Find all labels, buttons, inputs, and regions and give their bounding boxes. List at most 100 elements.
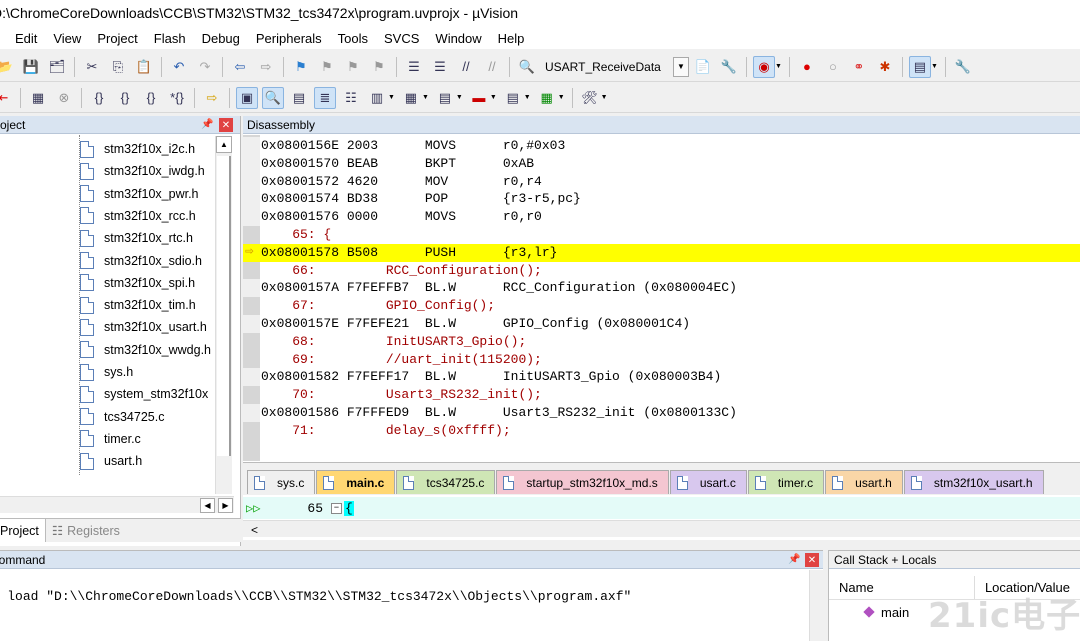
tree-file-item[interactable]: stm32f10x_i2c.h: [80, 138, 195, 160]
tree-file-item[interactable]: tcs34725.c: [80, 406, 164, 428]
menu-edit[interactable]: Edit: [7, 31, 45, 46]
command-vscroll[interactable]: [809, 570, 823, 641]
chevron-down-icon[interactable]: ▼: [558, 94, 565, 101]
breakpoint-disable-all-icon[interactable]: ⚭: [848, 56, 870, 78]
tab-stm32f10x-usart-h[interactable]: stm32f10x_usart.h: [903, 470, 1044, 494]
scroll-up-icon[interactable]: ▲: [216, 136, 232, 153]
project-hscroll[interactable]: ◀ ▶: [0, 496, 234, 513]
symbols-window-icon[interactable]: ▤: [288, 87, 310, 109]
redo-icon[interactable]: ↷: [194, 56, 216, 78]
chevron-down-icon[interactable]: ▼: [673, 56, 689, 77]
step-over-icon[interactable]: {}: [114, 87, 136, 109]
tree-file-item[interactable]: stm32f10x_sdio.h: [80, 250, 202, 272]
undo-icon[interactable]: ↶: [168, 56, 190, 78]
tab-usart-h[interactable]: usart.h: [825, 470, 903, 494]
asm-line[interactable]: 0x08001576 0000 MOVS r0,r0: [261, 208, 1080, 226]
bookmark-clear-icon[interactable]: ⚑: [368, 56, 390, 78]
chevron-down-icon[interactable]: ▼: [490, 94, 497, 101]
tree-file-item[interactable]: usart.h: [80, 450, 142, 472]
find-in-files-icon[interactable]: 🔍: [516, 56, 538, 78]
open-file-icon[interactable]: 📂: [0, 56, 16, 78]
system-viewer-icon[interactable]: ▦: [536, 87, 558, 109]
asm-line[interactable]: 0x08001572 4620 MOV r0,r4: [261, 173, 1080, 191]
asm-line[interactable]: 0x0800157A F7FEFFB7 BL.W RCC_Configurati…: [261, 279, 1080, 297]
tree-file-item[interactable]: stm32f10x_tim.h: [80, 294, 196, 316]
disassembly-window-icon[interactable]: 🔍: [262, 86, 284, 109]
source-line[interactable]: 69: //uart_init(115200);: [261, 351, 1080, 369]
breakpoint-icon[interactable]: ●: [796, 56, 818, 78]
copy-icon[interactable]: ⎘: [107, 56, 129, 78]
reset-icon[interactable]: ⇤: [0, 87, 14, 109]
pin-icon[interactable]: 📌: [201, 119, 213, 130]
source-line[interactable]: 68: InitUSART3_Gpio();: [261, 333, 1080, 351]
fold-icon[interactable]: −: [331, 502, 342, 514]
paste-icon[interactable]: 📋: [133, 56, 155, 78]
analysis-window-icon[interactable]: ▬: [468, 87, 490, 109]
cut-icon[interactable]: ✂: [81, 56, 103, 78]
serial-window-icon[interactable]: ▤: [434, 87, 456, 109]
breakpoint-disable-icon[interactable]: ○: [822, 56, 844, 78]
menu-project[interactable]: Project: [89, 31, 145, 46]
tab-usart-c[interactable]: usart.c: [669, 470, 747, 494]
scroll-right-icon[interactable]: ▶: [218, 498, 233, 513]
tab-sys-c[interactable]: sys.c: [247, 470, 316, 494]
source-line[interactable]: 71: delay_s(0xffff);: [261, 422, 1080, 440]
menu-file[interactable]: File: [0, 31, 7, 46]
menu-help[interactable]: Help: [490, 31, 533, 46]
tree-file-item[interactable]: stm32f10x_spi.h: [80, 272, 195, 294]
disassembly-lines[interactable]: 0x0800156E 2003 MOVS r0,#0x03 0x08001570 …: [243, 135, 1080, 461]
chevron-down-icon[interactable]: ▼: [601, 94, 608, 101]
source-editor[interactable]: ▷▷ 65 − { <: [243, 495, 1080, 540]
debug-session-icon[interactable]: ◉: [753, 55, 775, 78]
tab-main-c[interactable]: main.c: [316, 470, 396, 494]
menu-peripherals[interactable]: Peripherals: [248, 31, 330, 46]
current-instruction-line[interactable]: 0x08001578 B508 PUSH {r3,lr}: [243, 243, 1080, 262]
tree-file-item[interactable]: stm32f10x_rcc.h: [80, 205, 196, 227]
call-stack-window-icon[interactable]: ☷: [340, 87, 362, 109]
chevron-down-icon[interactable]: ▼: [524, 94, 531, 101]
source-line[interactable]: 67: GPIO_Config();: [261, 297, 1080, 315]
current-source-line[interactable]: ▷▷ 65 − {: [243, 497, 1080, 519]
source-line[interactable]: 66: RCC_Configuration();: [261, 262, 1080, 280]
pin-icon[interactable]: 📌: [788, 554, 800, 565]
bookmark-prev-icon[interactable]: ⚑: [316, 56, 338, 78]
chevron-down-icon[interactable]: ▼: [931, 63, 938, 70]
save-all-icon[interactable]: 🗂: [46, 56, 68, 78]
memory-window-icon[interactable]: ▦: [400, 87, 422, 109]
stop-icon[interactable]: ⊗: [53, 87, 75, 109]
scroll-thumb[interactable]: [217, 156, 231, 456]
tab-startup-stm32f10x-md-s[interactable]: startup_stm32f10x_md.s: [496, 470, 669, 494]
command-window-icon[interactable]: ▣: [236, 86, 258, 109]
asm-line[interactable]: 0x08001582 F7FEFF17 BL.W InitUSART3_Gpio…: [261, 368, 1080, 386]
menu-tools[interactable]: Tools: [330, 31, 376, 46]
scroll-left-icon[interactable]: <: [247, 522, 262, 537]
close-icon[interactable]: ✕: [805, 553, 819, 567]
tree-file-item[interactable]: stm32f10x_wwdg.h: [80, 339, 211, 361]
indent-icon[interactable]: ☰: [403, 56, 425, 78]
project-vscroll[interactable]: ▲: [215, 136, 232, 494]
unindent-icon[interactable]: ☰: [429, 56, 451, 78]
tree-file-item[interactable]: stm32f10x_usart.h: [80, 316, 207, 338]
editor-hscroll[interactable]: <: [243, 520, 1080, 537]
asm-line[interactable]: 0x08001586 F7FFFED9 BL.W Usart3_RS232_in…: [261, 404, 1080, 422]
tree-file-item[interactable]: timer.c: [80, 428, 141, 450]
asm-line[interactable]: 0x08001574 BD38 POP {r3-r5,pc}: [261, 190, 1080, 208]
asm-line[interactable]: 0x0800157E F7FEFE21 BL.W GPIO_Config (0x…: [261, 315, 1080, 333]
asm-line[interactable]: 0x08001570 BEAB BKPT 0xAB: [261, 155, 1080, 173]
show-next-statement-icon[interactable]: ⇨: [201, 87, 223, 109]
tab-tcs34725-c[interactable]: tcs34725.c: [396, 470, 496, 494]
save-icon[interactable]: 💾: [20, 56, 42, 78]
tree-file-item[interactable]: system_stm32f10x: [80, 383, 208, 405]
nav-back-icon[interactable]: ⇦: [229, 56, 251, 78]
uncomment-icon[interactable]: //: [481, 56, 503, 78]
configure-icon[interactable]: 🔧: [952, 56, 974, 78]
toolbox-icon[interactable]: 🛠: [579, 87, 601, 109]
tree-file-item[interactable]: stm32f10x_iwdg.h: [80, 160, 205, 182]
step-out-icon[interactable]: {}: [140, 87, 162, 109]
close-icon[interactable]: ✕: [219, 118, 233, 132]
asm-line[interactable]: 0x0800156E 2003 MOVS r0,#0x03: [261, 137, 1080, 155]
nav-forward-icon[interactable]: ⇨: [255, 56, 277, 78]
chevron-down-icon[interactable]: ▼: [388, 94, 395, 101]
run-icon[interactable]: ▦: [27, 87, 49, 109]
menu-flash[interactable]: Flash: [146, 31, 194, 46]
